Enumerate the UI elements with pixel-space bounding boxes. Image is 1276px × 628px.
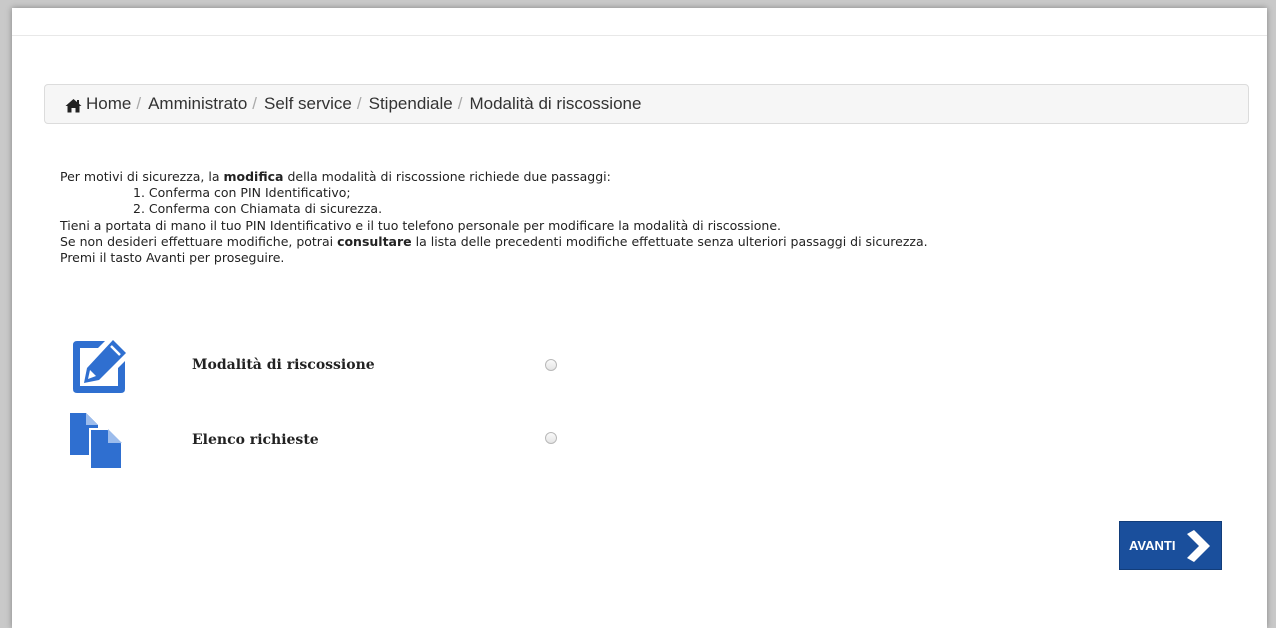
breadcrumb-home[interactable]: Home <box>86 94 131 114</box>
chevron-right-icon <box>1184 530 1212 565</box>
intro-step-1: 1. Conferma con PIN Identificativo; <box>133 185 351 201</box>
breadcrumb-self-service[interactable]: Self service <box>264 94 352 114</box>
intro-step-2: 2. Conferma con Chiamata di sicurezza. <box>133 201 383 217</box>
intro-line-4: Premi il tasto Avanti per proseguire. <box>60 250 285 266</box>
intro-line-1: Per motivi di sicurezza, la modifica del… <box>60 169 611 184</box>
breadcrumb-separator: / <box>356 94 362 113</box>
breadcrumb-current: Modalità di riscossione <box>469 94 642 113</box>
option-label-elenco[interactable]: Elenco richieste <box>192 432 319 448</box>
breadcrumb-amministrato[interactable]: Amministrato <box>148 94 247 114</box>
option-label-modalita[interactable]: Modalità di riscossione <box>192 357 375 373</box>
page-frame: Home / Amministrato / Self service / Sti… <box>12 8 1267 628</box>
header-divider <box>12 35 1267 36</box>
intro-text: Per motivi di sicurezza, la modifica del… <box>60 169 928 266</box>
radio-elenco-richieste[interactable] <box>545 432 557 444</box>
radio-modalita-riscossione[interactable] <box>545 359 557 371</box>
home-icon[interactable] <box>65 98 82 113</box>
breadcrumb-separator: / <box>252 94 258 113</box>
intro-line-3: Se non desideri effettuare modifiche, po… <box>60 233 928 249</box>
documents-icon <box>68 411 124 475</box>
breadcrumb-separator: / <box>457 94 463 113</box>
breadcrumb-stipendiale[interactable]: Stipendiale <box>369 94 453 114</box>
intro-line-2: Tieni a portata di mano il tuo PIN Ident… <box>60 217 781 233</box>
avanti-button[interactable]: AVANTI <box>1119 521 1222 570</box>
breadcrumb-separator: / <box>136 94 142 113</box>
breadcrumb: Home / Amministrato / Self service / Sti… <box>44 84 1249 124</box>
avanti-label: AVANTI <box>1129 538 1176 553</box>
edit-icon <box>69 337 129 401</box>
